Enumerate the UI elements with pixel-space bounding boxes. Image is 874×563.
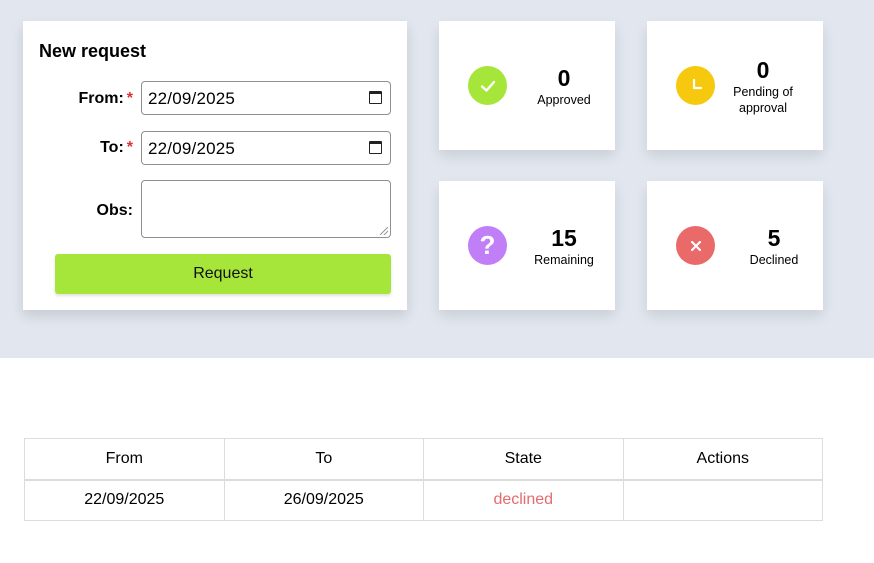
from-label: From: * xyxy=(78,90,133,107)
approved-card: 0 Approved xyxy=(439,21,615,150)
remaining-stat: 15 Remaining xyxy=(531,224,597,268)
required-star: * xyxy=(126,90,133,107)
cell-state: declined xyxy=(423,479,624,521)
pending-count: 0 xyxy=(756,57,770,83)
from-date-value: 22/09/2025 xyxy=(148,89,236,108)
required-star: * xyxy=(126,139,133,156)
cell-to: 26/09/2025 xyxy=(223,479,425,521)
clock-icon xyxy=(676,66,715,105)
to-label: To: * xyxy=(100,139,133,156)
remaining-card: ? 15 Remaining xyxy=(439,181,615,310)
approved-count: 0 xyxy=(557,65,571,91)
calendar-icon[interactable] xyxy=(369,141,382,154)
from-date-input[interactable]: 22/09/2025 xyxy=(141,81,391,115)
approved-stat: 0 Approved xyxy=(531,64,597,108)
declined-label: Declined xyxy=(749,253,799,267)
request-button[interactable]: Request xyxy=(55,254,391,294)
requests-table: From To State Actions 22/09/2025 26/09/2… xyxy=(24,438,823,521)
close-icon xyxy=(676,226,715,265)
pending-stat: 0 Pending of approval xyxy=(731,56,795,116)
to-date-value: 22/09/2025 xyxy=(148,139,236,158)
table-row: 22/09/2025 26/09/2025 declined xyxy=(24,479,823,521)
declined-stat: 5 Declined xyxy=(741,224,807,268)
obs-label: Obs: xyxy=(96,202,133,219)
remaining-label: Remaining xyxy=(534,253,594,267)
to-date-input[interactable]: 22/09/2025 xyxy=(141,131,391,165)
table-header-row: From To State Actions xyxy=(24,438,823,480)
obs-textarea[interactable] xyxy=(141,180,391,238)
calendar-icon[interactable] xyxy=(369,91,382,104)
column-header-to: To xyxy=(223,438,425,480)
card-title: New request xyxy=(39,41,147,61)
column-header-actions: Actions xyxy=(622,438,823,480)
check-icon xyxy=(468,66,507,105)
column-header-from: From xyxy=(24,438,225,480)
approved-label: Approved xyxy=(537,93,591,107)
cell-from: 22/09/2025 xyxy=(24,479,225,521)
new-request-card: New request From: * 22/09/2025 To: * 22/09… xyxy=(23,21,407,310)
question-icon: ? xyxy=(468,226,507,265)
pending-card: 0 Pending of approval xyxy=(647,21,823,150)
declined-count: 5 xyxy=(767,225,781,251)
remaining-count: 15 xyxy=(551,225,577,251)
cell-actions xyxy=(622,479,823,521)
column-header-state: State xyxy=(423,438,624,480)
pending-label: Pending of approval xyxy=(733,85,793,115)
declined-card: 5 Declined xyxy=(647,181,823,310)
resize-grip-icon[interactable] xyxy=(380,227,388,235)
